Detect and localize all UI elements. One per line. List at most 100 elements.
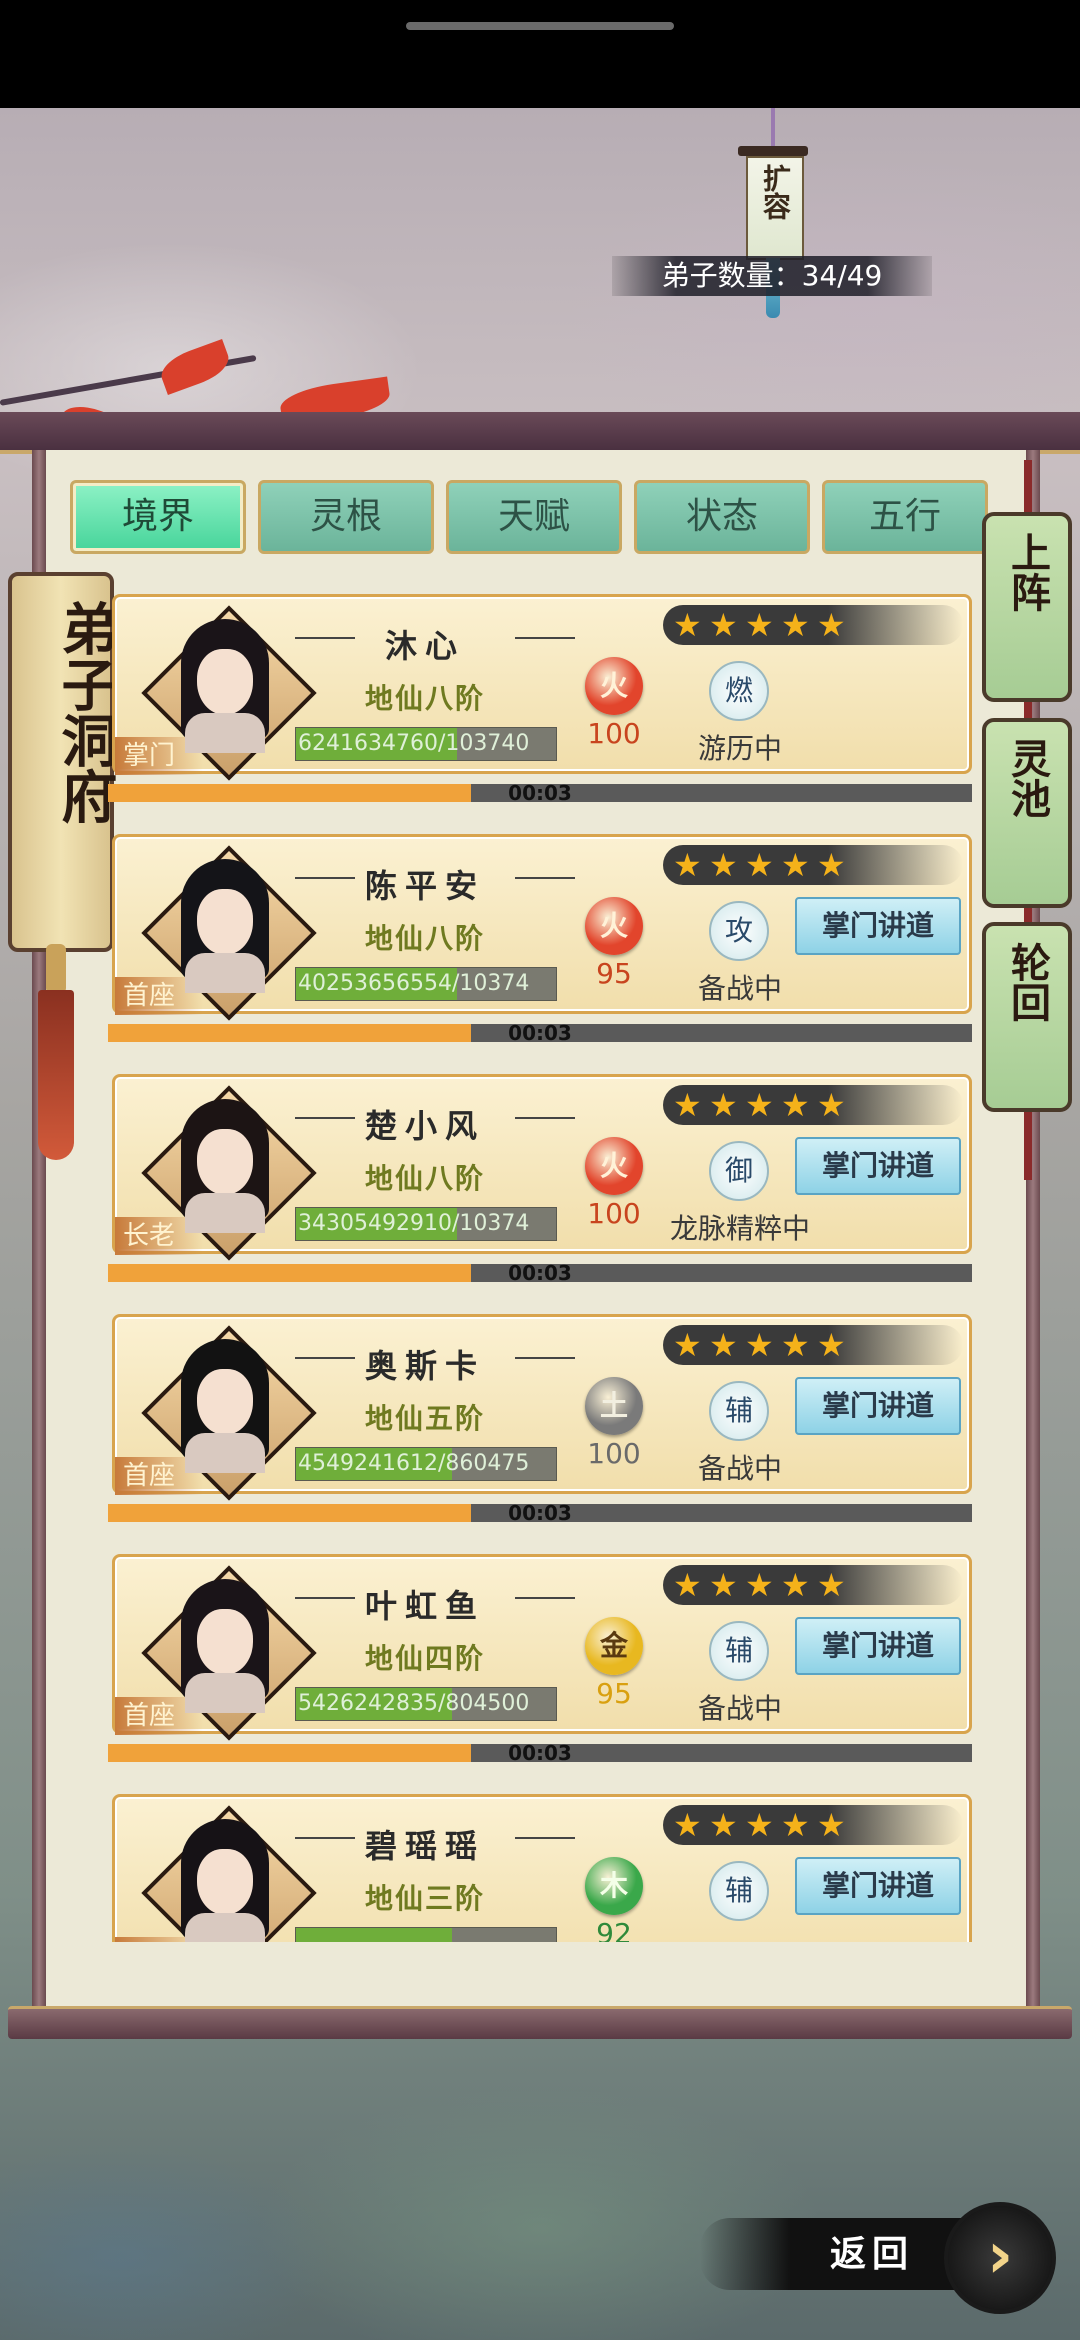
spirit-pool-label: 灵池 bbox=[1004, 738, 1051, 818]
star-icon: ★ bbox=[745, 1326, 774, 1364]
disciple-card[interactable]: 长老 楚小风 地仙八阶 34305492910/10374 火 100 ★ ★ ★ ★… bbox=[108, 1074, 972, 1288]
star-icon: ★ bbox=[781, 1806, 810, 1844]
disciple-card[interactable]: 首座 陈平安 地仙八阶 40253656554/10374 火 95 ★ ★ ★ ★ ★… bbox=[108, 834, 972, 1048]
element-value: 100 bbox=[587, 1437, 641, 1470]
title-tassel bbox=[38, 990, 74, 1160]
tab-five-elements[interactable]: 五行 bbox=[822, 480, 988, 554]
exp-bar: 40253656554/10374 bbox=[295, 967, 557, 1001]
disciple-list[interactable]: 掌门 沐心 地仙八阶 6241634760/103740 火 100 ★ ★ ★ ★ ★… bbox=[108, 594, 972, 1942]
tab-talent[interactable]: 天赋 bbox=[446, 480, 622, 554]
disciple-name: 楚小风 bbox=[364, 1107, 485, 1145]
fire-icon: 火 bbox=[585, 657, 643, 715]
lecture-button[interactable]: 掌门讲道 bbox=[795, 1857, 961, 1915]
lecture-button[interactable]: 掌门讲道 bbox=[795, 897, 961, 955]
return-label: 返回 bbox=[830, 2233, 915, 2275]
return-control: 返回 › bbox=[700, 2200, 1060, 2314]
title-tassel-knot bbox=[46, 944, 66, 994]
exp-bar: 4549241612/860475 bbox=[295, 1447, 557, 1481]
disciple-realm: 地仙三阶 bbox=[364, 1882, 485, 1915]
expand-label: 扩容 bbox=[759, 164, 792, 220]
return-button[interactable]: › bbox=[944, 2202, 1056, 2314]
star-rating: ★ ★ ★ ★ ★ bbox=[663, 1085, 963, 1125]
star-icon: ★ bbox=[781, 1566, 810, 1604]
star-icon: ★ bbox=[817, 1086, 846, 1124]
metal-icon: 金 bbox=[585, 1617, 643, 1675]
avatar-robe bbox=[185, 953, 265, 993]
element-value: 95 bbox=[596, 1677, 632, 1710]
star-rating: ★ ★ ★ ★ ★ bbox=[663, 1805, 963, 1845]
star-icon: ★ bbox=[817, 1326, 846, 1364]
disciple-card-body: 首座 奥斯卡 地仙五阶 4549241612/860475 土 100 ★ ★ ★ ★… bbox=[112, 1314, 972, 1501]
timer-value: 00:03 bbox=[508, 1501, 572, 1525]
disciple-card[interactable]: 首座 奥斯卡 地仙五阶 4549241612/860475 土 100 ★ ★ ★ ★… bbox=[108, 1314, 972, 1528]
star-icon: ★ bbox=[817, 846, 846, 884]
lecture-button[interactable]: 掌门讲道 bbox=[795, 1617, 961, 1675]
star-icon: ★ bbox=[709, 606, 738, 644]
tab-status[interactable]: 状态 bbox=[634, 480, 810, 554]
avatar-robe bbox=[185, 1193, 265, 1233]
name-ornament-right bbox=[515, 637, 575, 639]
star-icon: ★ bbox=[673, 1806, 702, 1844]
exp-value: 34305492910/10374 bbox=[298, 1211, 530, 1236]
disciple-card[interactable]: 首座 叶虹鱼 地仙四阶 5426242835/804500 金 95 ★ ★ ★ ★ ★… bbox=[108, 1554, 972, 1768]
spirit-pool-button[interactable]: 灵池 bbox=[982, 718, 1072, 908]
avatar-robe bbox=[185, 713, 265, 753]
star-icon: ★ bbox=[745, 846, 774, 884]
exp-value: 6241634760/103740 bbox=[298, 731, 530, 756]
star-icon: ★ bbox=[745, 1566, 774, 1604]
exp-bar: 34305492910/10374 bbox=[295, 1207, 557, 1241]
trait-badge: 御 bbox=[709, 1141, 769, 1201]
name-ornament-right bbox=[515, 1117, 575, 1119]
fire-icon: 火 bbox=[585, 1137, 643, 1195]
trait-badge: 辅 bbox=[709, 1381, 769, 1441]
disciple-count-banner: 弟子数量：34/49 bbox=[612, 256, 932, 296]
timer-bar: 00:03 bbox=[108, 783, 972, 803]
avatar-robe bbox=[185, 1913, 265, 1942]
trait-badge: 攻 bbox=[709, 901, 769, 961]
home-indicator bbox=[406, 22, 674, 30]
star-icon: ★ bbox=[817, 606, 846, 644]
deploy-button[interactable]: 上阵 bbox=[982, 512, 1072, 702]
tab-spirit-root[interactable]: 灵根 bbox=[258, 480, 434, 554]
disciple-card[interactable]: 碧瑶瑶 地仙三阶 木 92 ★ ★ ★ ★ ★ 辅 掌门讲道 bbox=[108, 1794, 972, 1942]
disciple-status: 备战中 bbox=[697, 1692, 782, 1725]
disciple-count-label: 弟子数量： bbox=[661, 259, 802, 292]
star-icon: ★ bbox=[673, 1086, 702, 1124]
disciple-count-value: 34/49 bbox=[801, 259, 883, 292]
exp-value: 5426242835/804500 bbox=[298, 1691, 530, 1716]
disciple-realm: 地仙五阶 bbox=[364, 1402, 485, 1435]
disciple-card-body: 首座 陈平安 地仙八阶 40253656554/10374 火 95 ★ ★ ★ ★ ★… bbox=[112, 834, 972, 1021]
trait-badge: 辅 bbox=[709, 1621, 769, 1681]
lecture-button[interactable]: 掌门讲道 bbox=[795, 1137, 961, 1195]
wood-icon: 木 bbox=[585, 1857, 643, 1915]
deploy-label: 上阵 bbox=[1004, 532, 1051, 612]
name-ornament-right bbox=[515, 1357, 575, 1359]
disciple-name: 奥斯卡 bbox=[364, 1347, 485, 1385]
disciple-card-body: 长老 楚小风 地仙八阶 34305492910/10374 火 100 ★ ★ ★ ★… bbox=[112, 1074, 972, 1261]
timer-bar: 00:03 bbox=[108, 1261, 972, 1285]
fire-icon: 火 bbox=[585, 897, 643, 955]
element-value: 95 bbox=[596, 957, 632, 990]
disciple-card-body: 碧瑶瑶 地仙三阶 木 92 ★ ★ ★ ★ ★ 辅 掌门讲道 bbox=[112, 1794, 972, 1942]
exp-bar bbox=[295, 1927, 557, 1942]
star-icon: ★ bbox=[817, 1566, 846, 1604]
tab-realm[interactable]: 境界 bbox=[70, 480, 246, 554]
star-icon: ★ bbox=[745, 1806, 774, 1844]
name-ornament-right bbox=[515, 877, 575, 879]
disciple-realm: 地仙八阶 bbox=[364, 922, 485, 955]
star-rating: ★ ★ ★ ★ ★ bbox=[663, 845, 963, 885]
disciple-card[interactable]: 掌门 沐心 地仙八阶 6241634760/103740 火 100 ★ ★ ★ ★ ★… bbox=[108, 594, 972, 808]
reincarnation-button[interactable]: 轮回 bbox=[982, 922, 1072, 1112]
element-value: 100 bbox=[587, 1197, 641, 1230]
timer-value: 00:03 bbox=[508, 1261, 572, 1285]
star-icon: ★ bbox=[709, 1806, 738, 1844]
star-icon: ★ bbox=[745, 606, 774, 644]
exp-value: 4549241612/860475 bbox=[298, 1451, 530, 1476]
timer-bar: 00:03 bbox=[108, 1023, 972, 1043]
status-bar bbox=[0, 0, 1080, 108]
star-icon: ★ bbox=[817, 1806, 846, 1844]
lecture-button[interactable]: 掌门讲道 bbox=[795, 1377, 961, 1435]
exp-bar-fill bbox=[296, 1928, 452, 1942]
avatar-face bbox=[197, 889, 253, 955]
timer-value: 00:03 bbox=[508, 1741, 572, 1765]
